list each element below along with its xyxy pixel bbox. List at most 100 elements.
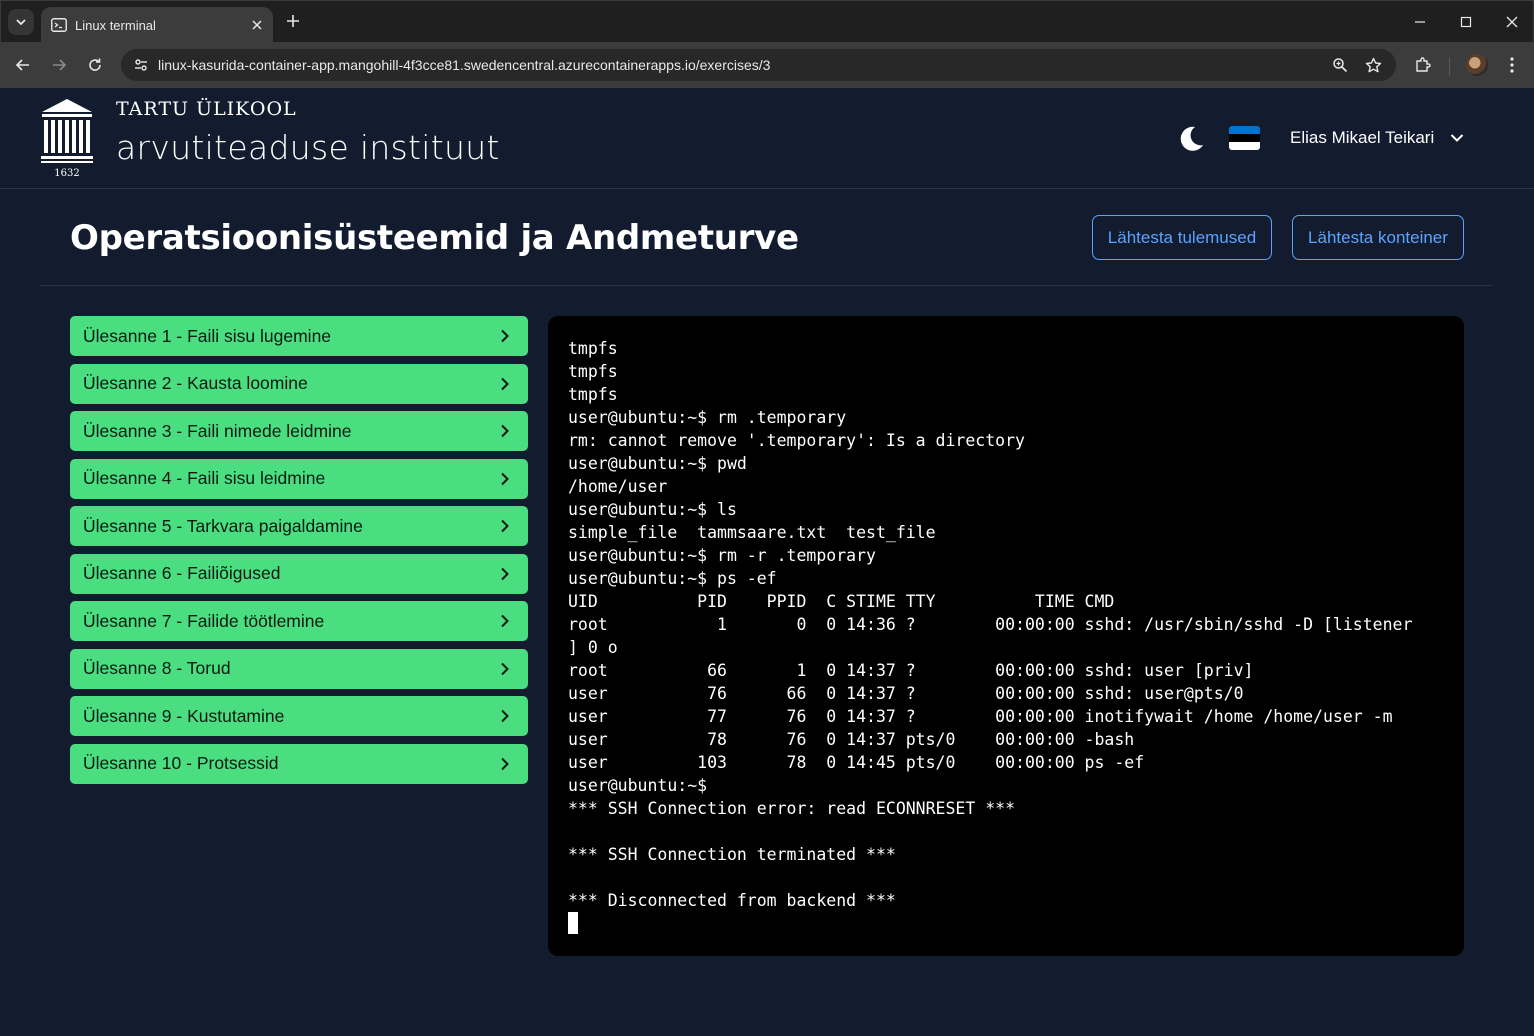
terminal-line: user@ubuntu:~$ ls xyxy=(568,500,737,519)
terminal-line: *** Disconnected from backend *** xyxy=(568,891,896,910)
tune-icon xyxy=(135,59,147,71)
terminal-line: user 103 78 0 14:45 pts/0 00:00:00 ps -e… xyxy=(568,753,1145,772)
browser-menu-button[interactable] xyxy=(1500,53,1524,77)
site-header: 1632 TARTU ÜLIKOOL arvutiteaduse institu… xyxy=(0,88,1534,189)
task-label: Ülesanne 8 - Torud xyxy=(83,658,231,678)
url-text[interactable]: linux-kasurida-container-app.mangohill-4… xyxy=(158,49,770,81)
terminal-line: ] 0 o xyxy=(568,638,618,657)
terminal-favicon-icon xyxy=(51,18,67,32)
terminal-line: /home/user xyxy=(568,477,668,496)
task-list: Ülesanne 1 - Faili sisu lugemine Ülesann… xyxy=(70,316,528,791)
more-vertical-icon xyxy=(1510,57,1514,73)
chevron-right-icon xyxy=(500,757,512,771)
plus-icon xyxy=(287,15,299,27)
terminal-line: root 66 1 0 14:37 ? 00:00:00 sshd: user … xyxy=(568,661,1254,680)
terminal-line: tmpfs xyxy=(568,362,618,381)
reload-icon xyxy=(89,58,101,71)
terminal-line: tmpfs xyxy=(568,339,618,358)
puzzle-icon xyxy=(1416,57,1431,72)
zoom-button[interactable] xyxy=(1329,54,1351,76)
terminal-line: rm: cannot remove '.temporary': Is a dir… xyxy=(568,431,1025,450)
institute-name: arvutiteaduse instituut xyxy=(116,128,500,167)
chevron-right-icon xyxy=(500,519,512,533)
tab-close-button[interactable] xyxy=(249,17,265,33)
zoom-icon xyxy=(1333,58,1348,73)
task-item-4[interactable]: Ülesanne 4 - Faili sisu leidmine xyxy=(70,458,528,499)
terminal-line: user 78 76 0 14:37 pts/0 00:00:00 -bash xyxy=(568,730,1135,749)
chevron-right-icon xyxy=(500,614,512,628)
site-info-button[interactable] xyxy=(129,53,153,77)
tab-search-button[interactable] xyxy=(8,9,34,35)
task-label: Ülesanne 5 - Tarkvara paigaldamine xyxy=(83,515,363,536)
task-label: Ülesanne 6 - Failiõigused xyxy=(83,563,281,583)
logo-year: 1632 xyxy=(54,168,79,178)
task-label: Ülesanne 2 - Kausta loomine xyxy=(83,373,308,393)
terminal-line: *** SSH Connection error: read ECONNRESE… xyxy=(568,799,1016,818)
task-label: Ülesanne 7 - Failide töötlemine xyxy=(83,610,325,631)
chevron-down-icon xyxy=(16,19,26,26)
tab-title: Linux terminal xyxy=(75,17,156,33)
chevron-right-icon xyxy=(500,662,512,676)
terminal-line: root 1 0 0 14:36 ? 00:00:00 sshd: /usr/s… xyxy=(568,615,1413,634)
university-logo-icon[interactable]: 1632 xyxy=(40,98,94,178)
new-tab-button[interactable] xyxy=(283,11,303,31)
moon-icon[interactable] xyxy=(1176,124,1206,154)
task-item-10[interactable]: Ülesanne 10 - Protsessid xyxy=(70,743,528,784)
terminal-line: user 77 76 0 14:37 ? 00:00:00 inotifywai… xyxy=(568,707,1393,726)
task-item-6[interactable]: Ülesanne 6 - Failiõigused xyxy=(70,553,528,594)
university-name: TARTU ÜLIKOOL xyxy=(116,98,297,120)
star-icon xyxy=(1365,57,1381,72)
user-menu[interactable]: Elias Mikael Teikari xyxy=(1290,128,1464,148)
extensions-button[interactable] xyxy=(1411,53,1435,77)
task-item-1[interactable]: Ülesanne 1 - Faili sisu lugemine xyxy=(70,316,528,356)
minimize-button[interactable] xyxy=(1408,11,1432,33)
terminal-line: simple_file tammsaare.txt test_file xyxy=(568,523,936,542)
task-item-7[interactable]: Ülesanne 7 - Failide töötlemine xyxy=(70,601,528,641)
terminal-line: tmpfs xyxy=(568,385,618,404)
terminal-cursor xyxy=(568,912,578,934)
terminal-cursor-line xyxy=(568,912,1444,935)
task-item-8[interactable]: Ülesanne 8 - Torud xyxy=(70,648,528,689)
terminal-line: user@ubuntu:~$ rm .temporary xyxy=(568,408,847,427)
chevron-right-icon xyxy=(500,424,512,438)
address-bar[interactable]: linux-kasurida-container-app.mangohill-4… xyxy=(121,49,1396,81)
task-item-2[interactable]: Ülesanne 2 - Kausta loomine xyxy=(70,363,528,404)
task-item-3[interactable]: Ülesanne 3 - Faili nimede leidmine xyxy=(70,411,528,451)
reset-results-button[interactable]: Lähtesta tulemused xyxy=(1092,215,1272,260)
task-label: Ülesanne 9 - Kustutamine xyxy=(83,705,285,726)
forward-button[interactable] xyxy=(46,52,72,78)
task-label: Ülesanne 4 - Faili sisu leidmine xyxy=(83,468,326,488)
estonian-flag-icon[interactable] xyxy=(1229,126,1260,150)
terminal-line: user@ubuntu:~$ pwd xyxy=(568,454,747,473)
browser-tab-active[interactable]: Linux terminal xyxy=(41,7,273,43)
maximize-icon xyxy=(1460,16,1472,28)
terminal-line: UID PID PPID C STIME TTY TIME CMD xyxy=(568,592,1115,611)
reload-button[interactable] xyxy=(82,52,108,78)
task-label: Ülesanne 10 - Protsessid xyxy=(83,753,279,773)
toolbar-separator xyxy=(1449,58,1450,76)
arrow-right-icon xyxy=(53,59,67,71)
terminal-line: user@ubuntu:~$ rm -r .temporary xyxy=(568,546,876,565)
chevron-right-icon xyxy=(500,472,512,486)
maximize-button[interactable] xyxy=(1454,11,1478,33)
arrow-left-icon xyxy=(15,59,29,71)
back-button[interactable] xyxy=(10,52,36,78)
bookmark-button[interactable] xyxy=(1362,54,1384,76)
terminal[interactable]: tmpfs tmpfs tmpfs user@ubuntu:~$ rm .tem… xyxy=(548,316,1464,956)
reset-container-button[interactable]: Lähtesta konteiner xyxy=(1292,215,1464,260)
page-title: Operatsioonisüsteemid ja Andmeturve xyxy=(70,218,799,258)
task-item-5[interactable]: Ülesanne 5 - Tarkvara paigaldamine xyxy=(70,506,528,546)
chevron-down-icon xyxy=(1450,131,1464,145)
terminal-line: user 76 66 0 14:37 ? 00:00:00 sshd: user… xyxy=(568,684,1244,703)
terminal-line: *** SSH Connection terminated *** xyxy=(568,845,896,864)
close-icon xyxy=(1506,16,1518,28)
profile-avatar[interactable] xyxy=(1466,54,1488,76)
task-item-9[interactable]: Ülesanne 9 - Kustutamine xyxy=(70,696,528,736)
browser-tabstrip: Linux terminal xyxy=(0,0,1534,43)
task-label: Ülesanne 3 - Faili nimede leidmine xyxy=(83,420,352,441)
chevron-right-icon xyxy=(500,329,512,343)
close-window-button[interactable] xyxy=(1500,11,1524,33)
task-label: Ülesanne 1 - Faili sisu lugemine xyxy=(83,325,332,346)
